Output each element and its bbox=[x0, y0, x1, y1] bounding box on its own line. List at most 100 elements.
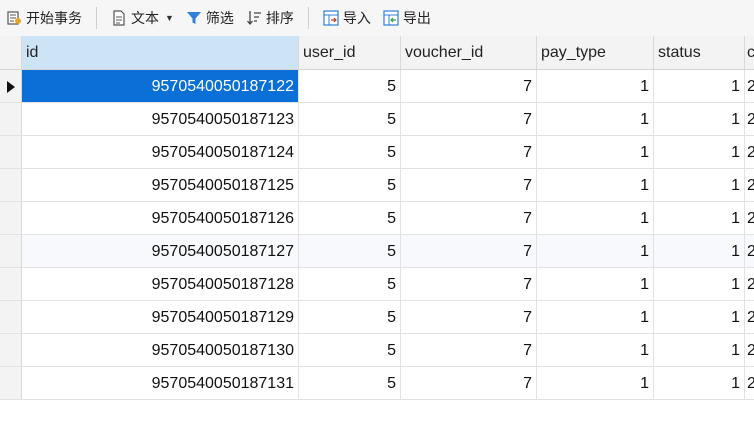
chevron-down-icon[interactable]: ▼ bbox=[165, 13, 174, 23]
cell-status[interactable]: 1 bbox=[654, 235, 745, 268]
cell-status[interactable]: 1 bbox=[654, 202, 745, 235]
cell-id[interactable]: 9570540050187131 bbox=[22, 367, 299, 400]
column-header-pay-type[interactable]: pay_type bbox=[537, 36, 654, 69]
column-header-id[interactable]: id bbox=[22, 36, 299, 69]
row-indicator[interactable] bbox=[0, 334, 22, 367]
import-label: 导入 bbox=[342, 10, 371, 26]
row-indicator[interactable] bbox=[0, 136, 22, 169]
cell-pay-type[interactable]: 1 bbox=[537, 235, 654, 268]
table-row[interactable]: 957054005018712957112 bbox=[0, 301, 754, 334]
cell-id[interactable]: 9570540050187128 bbox=[22, 268, 299, 301]
cell-voucher-id[interactable]: 7 bbox=[401, 136, 537, 169]
table-row[interactable]: 957054005018712757112 bbox=[0, 235, 754, 268]
cell-next[interactable]: 2 bbox=[745, 268, 754, 301]
cell-status[interactable]: 1 bbox=[654, 103, 745, 136]
cell-pay-type[interactable]: 1 bbox=[537, 202, 654, 235]
cell-next[interactable]: 2 bbox=[745, 103, 754, 136]
cell-next[interactable]: 2 bbox=[745, 169, 754, 202]
table-row[interactable]: 957054005018712357112 bbox=[0, 103, 754, 136]
text-button[interactable]: 文本 ▼ bbox=[105, 4, 180, 32]
cell-voucher-id[interactable]: 7 bbox=[401, 367, 537, 400]
row-indicator[interactable] bbox=[0, 202, 22, 235]
column-header-next[interactable]: c bbox=[745, 36, 754, 69]
cell-next[interactable]: 2 bbox=[745, 235, 754, 268]
cell-voucher-id[interactable]: 7 bbox=[401, 70, 537, 103]
cell-user-id[interactable]: 5 bbox=[299, 235, 401, 268]
cell-pay-type[interactable]: 1 bbox=[537, 70, 654, 103]
cell-user-id[interactable]: 5 bbox=[299, 268, 401, 301]
cell-status[interactable]: 1 bbox=[654, 70, 745, 103]
cell-voucher-id[interactable]: 7 bbox=[401, 301, 537, 334]
column-header-voucher-id[interactable]: voucher_id bbox=[401, 36, 537, 69]
row-indicator[interactable] bbox=[0, 169, 22, 202]
cell-pay-type[interactable]: 1 bbox=[537, 103, 654, 136]
row-indicator[interactable] bbox=[0, 235, 22, 268]
toolbar: 开始事务 文本 ▼ 筛选 排序 导入 导出 bbox=[0, 0, 754, 37]
toolbar-divider bbox=[307, 7, 309, 29]
table-row[interactable]: 957054005018712557112 bbox=[0, 169, 754, 202]
cell-user-id[interactable]: 5 bbox=[299, 103, 401, 136]
cell-voucher-id[interactable]: 7 bbox=[401, 334, 537, 367]
cell-user-id[interactable]: 5 bbox=[299, 334, 401, 367]
row-indicator[interactable] bbox=[0, 103, 22, 136]
cell-pay-type[interactable]: 1 bbox=[537, 367, 654, 400]
cell-next[interactable]: 2 bbox=[745, 334, 754, 367]
current-row-pointer-icon bbox=[7, 81, 15, 93]
table-row[interactable]: 957054005018713057112 bbox=[0, 334, 754, 367]
column-header-user-id[interactable]: user_id bbox=[299, 36, 401, 69]
cell-id[interactable]: 9570540050187130 bbox=[22, 334, 299, 367]
cell-pay-type[interactable]: 1 bbox=[537, 301, 654, 334]
grid-header: id user_id voucher_id pay_type status c bbox=[0, 36, 754, 70]
cell-pay-type[interactable]: 1 bbox=[537, 334, 654, 367]
cell-status[interactable]: 1 bbox=[654, 169, 745, 202]
row-indicator[interactable] bbox=[0, 367, 22, 400]
cell-voucher-id[interactable]: 7 bbox=[401, 268, 537, 301]
cell-id[interactable]: 9570540050187129 bbox=[22, 301, 299, 334]
cell-user-id[interactable]: 5 bbox=[299, 301, 401, 334]
column-header-status[interactable]: status bbox=[654, 36, 745, 69]
table-row[interactable]: 957054005018712457112 bbox=[0, 136, 754, 169]
cell-status[interactable]: 1 bbox=[654, 136, 745, 169]
cell-next[interactable]: 2 bbox=[745, 70, 754, 103]
cell-status[interactable]: 1 bbox=[654, 268, 745, 301]
cell-voucher-id[interactable]: 7 bbox=[401, 103, 537, 136]
filter-button[interactable]: 筛选 bbox=[180, 4, 240, 32]
cell-next[interactable]: 2 bbox=[745, 367, 754, 400]
cell-next[interactable]: 2 bbox=[745, 301, 754, 334]
cell-user-id[interactable]: 5 bbox=[299, 169, 401, 202]
cell-pay-type[interactable]: 1 bbox=[537, 169, 654, 202]
cell-voucher-id[interactable]: 7 bbox=[401, 235, 537, 268]
import-button[interactable]: 导入 bbox=[317, 4, 377, 32]
cell-pay-type[interactable]: 1 bbox=[537, 136, 654, 169]
table-row[interactable]: 957054005018712857112 bbox=[0, 268, 754, 301]
table-row[interactable]: 957054005018712257112 bbox=[0, 70, 754, 103]
cell-id[interactable]: 9570540050187126 bbox=[22, 202, 299, 235]
cell-status[interactable]: 1 bbox=[654, 301, 745, 334]
cell-pay-type[interactable]: 1 bbox=[537, 268, 654, 301]
filter-icon bbox=[186, 10, 202, 26]
cell-voucher-id[interactable]: 7 bbox=[401, 169, 537, 202]
cell-user-id[interactable]: 5 bbox=[299, 70, 401, 103]
cell-id[interactable]: 9570540050187122 bbox=[22, 70, 299, 103]
begin-transaction-button[interactable]: 开始事务 bbox=[0, 4, 88, 32]
cell-id[interactable]: 9570540050187127 bbox=[22, 235, 299, 268]
cell-next[interactable]: 2 bbox=[745, 136, 754, 169]
cell-id[interactable]: 9570540050187123 bbox=[22, 103, 299, 136]
row-indicator[interactable] bbox=[0, 70, 22, 103]
cell-user-id[interactable]: 5 bbox=[299, 367, 401, 400]
cell-status[interactable]: 1 bbox=[654, 334, 745, 367]
cell-user-id[interactable]: 5 bbox=[299, 202, 401, 235]
row-indicator[interactable] bbox=[0, 268, 22, 301]
import-icon bbox=[323, 10, 339, 26]
cell-next[interactable]: 2 bbox=[745, 202, 754, 235]
row-indicator[interactable] bbox=[0, 301, 22, 334]
cell-user-id[interactable]: 5 bbox=[299, 136, 401, 169]
cell-voucher-id[interactable]: 7 bbox=[401, 202, 537, 235]
cell-status[interactable]: 1 bbox=[654, 367, 745, 400]
table-row[interactable]: 957054005018713157112 bbox=[0, 367, 754, 400]
sort-button[interactable]: 排序 bbox=[240, 4, 300, 32]
export-button[interactable]: 导出 bbox=[377, 4, 437, 32]
cell-id[interactable]: 9570540050187125 bbox=[22, 169, 299, 202]
table-row[interactable]: 957054005018712657112 bbox=[0, 202, 754, 235]
cell-id[interactable]: 9570540050187124 bbox=[22, 136, 299, 169]
